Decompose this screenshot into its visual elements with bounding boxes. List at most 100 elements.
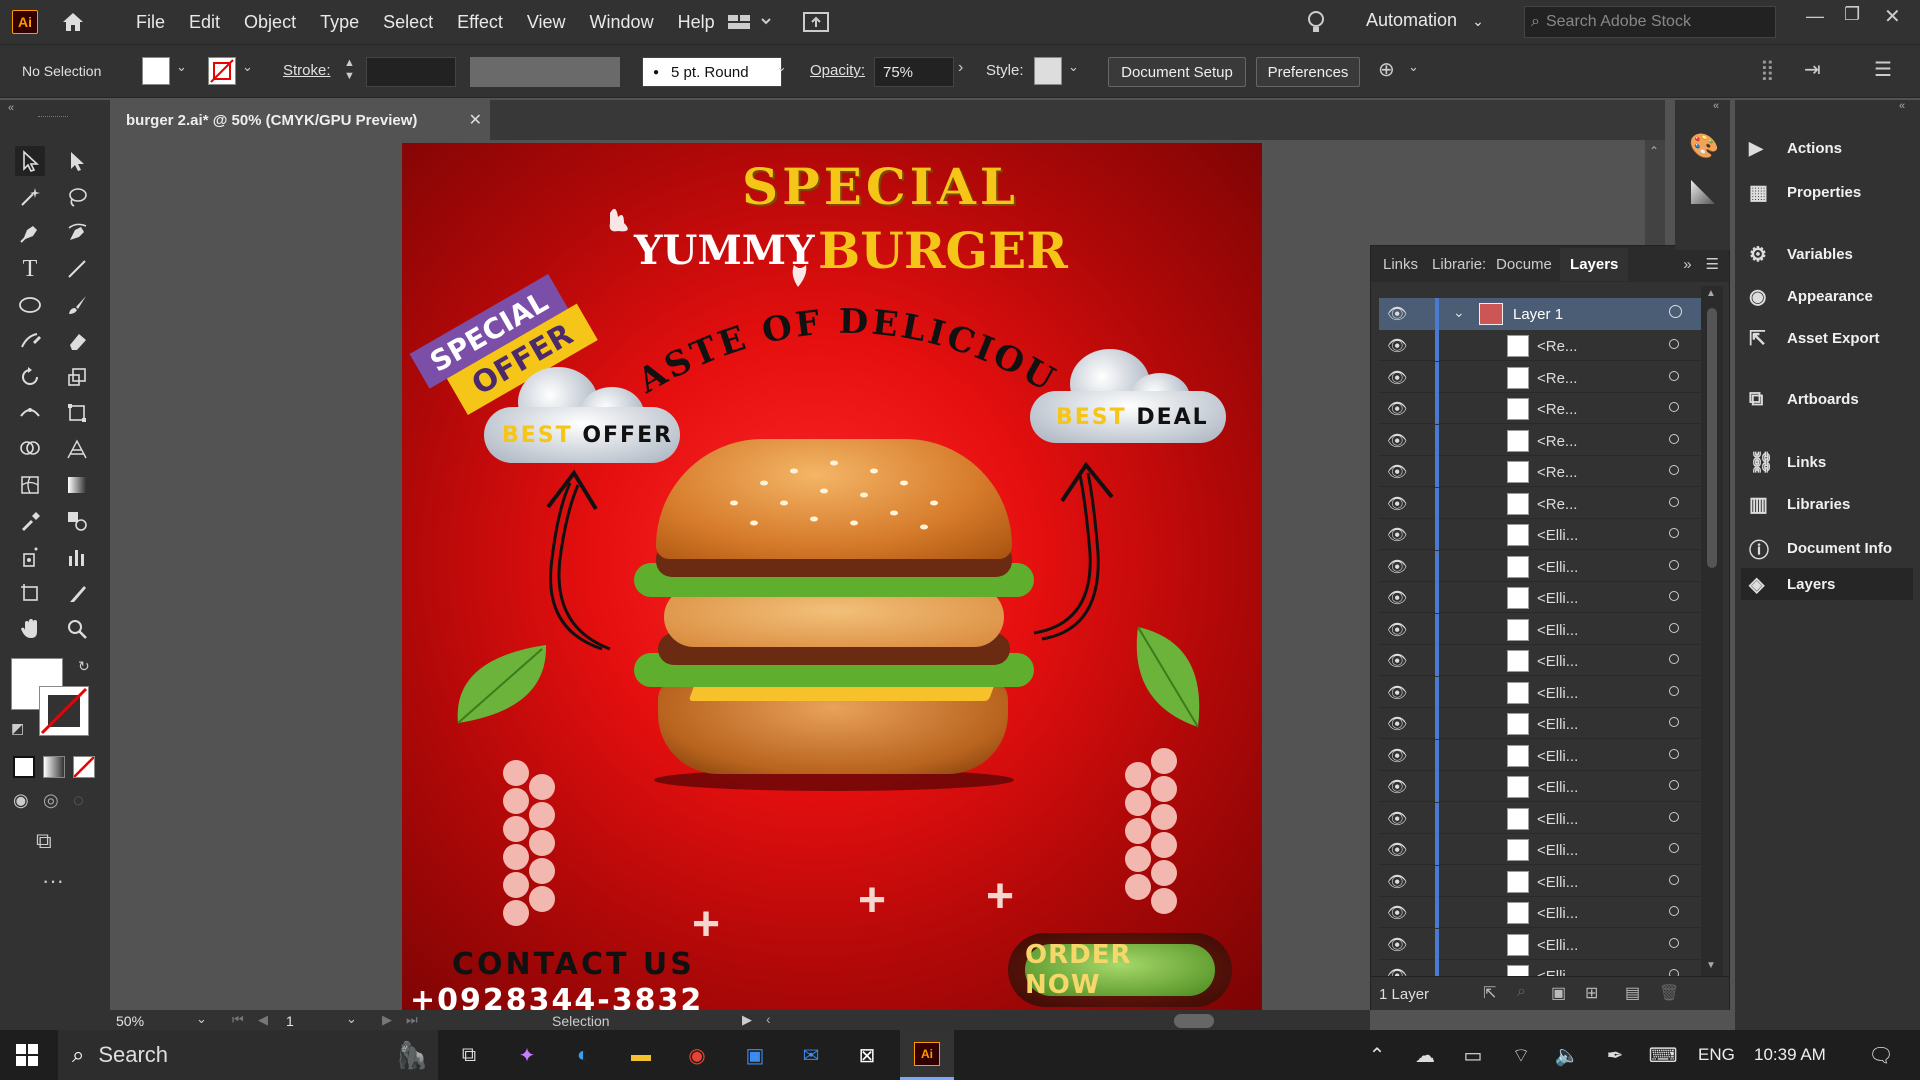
artboard-number[interactable]: 1 xyxy=(286,1013,294,1029)
blend-tool-icon[interactable] xyxy=(62,506,92,536)
share-icon[interactable] xyxy=(802,10,830,34)
target-icon[interactable] xyxy=(1669,305,1682,318)
eye-icon[interactable]: 👁 xyxy=(1387,714,1407,734)
panel-document-info[interactable]: ⓘ Document Info xyxy=(1749,534,1892,563)
stroke-stepper[interactable]: ▲ ▼ xyxy=(344,57,355,83)
target-icon[interactable] xyxy=(1669,937,1679,948)
color-palette-icon[interactable]: 🎨 xyxy=(1689,132,1719,161)
target-icon[interactable] xyxy=(1669,654,1679,664)
item-name[interactable]: <Elli... xyxy=(1537,685,1578,702)
clipping-mask-icon[interactable]: ▣ xyxy=(1551,983,1566,1003)
illustrator-taskbar-icon[interactable]: Ai xyxy=(900,1030,954,1080)
show-hidden-icons[interactable]: ⌃ xyxy=(1362,1040,1392,1070)
target-icon[interactable] xyxy=(1669,559,1679,570)
workspace-switcher[interactable]: Automation ⌄ xyxy=(1366,10,1484,31)
layer-item-row[interactable]: 👁 <Elli... xyxy=(1379,582,1709,613)
layer-item-row[interactable]: 👁 <Elli... xyxy=(1379,771,1709,802)
layer-item-row[interactable]: 👁 <Elli... xyxy=(1379,708,1709,739)
eye-icon[interactable]: 👁 xyxy=(1387,777,1407,797)
item-name[interactable]: <Elli... xyxy=(1537,905,1578,922)
layers-menu-icon[interactable]: ☰ xyxy=(1706,255,1719,273)
eye-icon[interactable]: 👁 xyxy=(1387,588,1407,608)
layer-item-row[interactable]: 👁 <Elli... xyxy=(1379,676,1709,708)
gradient-mode-icon[interactable] xyxy=(43,756,65,778)
magic-wand-tool-icon[interactable] xyxy=(15,182,45,212)
panel-layers[interactable]: ◈ Layers xyxy=(1741,568,1913,600)
perspective-grid-tool-icon[interactable] xyxy=(62,434,92,464)
item-name[interactable]: <Elli... xyxy=(1537,590,1578,607)
gradient-tool-icon[interactable] xyxy=(62,470,92,500)
minimize-icon[interactable]: — xyxy=(1806,6,1824,27)
mesh-tool-icon[interactable] xyxy=(15,470,45,500)
layer-item-row[interactable]: 👁 <Elli... xyxy=(1379,739,1709,771)
graphic-style-swatch[interactable] xyxy=(1034,57,1062,85)
menu-effect[interactable]: Effect xyxy=(445,0,515,44)
capcut-icon[interactable]: ⊠ xyxy=(852,1040,882,1070)
zoom-dropdown-icon[interactable]: ⌄ xyxy=(196,1011,207,1027)
eye-icon[interactable]: 👁 xyxy=(1387,809,1407,829)
item-name[interactable]: <Elli... xyxy=(1537,653,1578,670)
arrange-panels-icon[interactable]: ⣿ xyxy=(1760,57,1775,82)
eye-icon[interactable]: 👁 xyxy=(1387,651,1407,671)
layer-item-row[interactable]: 👁 <Elli... xyxy=(1379,550,1709,582)
layers-scrollbar-thumb[interactable] xyxy=(1707,308,1717,568)
color-guide-icon[interactable] xyxy=(1691,180,1715,204)
eyedropper-tool-icon[interactable] xyxy=(15,506,45,536)
none-mode-icon[interactable] xyxy=(73,756,95,778)
item-name[interactable]: <Elli... xyxy=(1537,874,1578,891)
store-icon[interactable]: ▣ xyxy=(740,1040,770,1070)
eye-icon[interactable]: 👁 xyxy=(1387,336,1407,356)
scale-tool-icon[interactable] xyxy=(62,362,92,392)
artboard-tool-icon[interactable] xyxy=(15,578,45,608)
expand-panel-icon[interactable]: » xyxy=(1683,256,1691,273)
target-icon[interactable] xyxy=(1669,780,1679,790)
menu-window[interactable]: Window xyxy=(578,0,666,44)
eye-icon[interactable]: 👁 xyxy=(1387,935,1407,955)
target-icon[interactable] xyxy=(1669,622,1679,633)
status-menu-icon[interactable]: ▶ xyxy=(742,1012,752,1028)
selection-tool-icon[interactable] xyxy=(15,146,45,176)
stroke-weight-field[interactable] xyxy=(366,57,456,87)
menu-help[interactable]: Help xyxy=(666,0,727,44)
eye-icon[interactable]: 👁 xyxy=(1387,368,1407,388)
panel-appearance[interactable]: ◉ Appearance xyxy=(1749,284,1873,309)
eye-icon[interactable]: 👁 xyxy=(1387,462,1407,482)
panel-links[interactable]: ⛓ Links xyxy=(1749,450,1826,475)
new-sublayer-icon[interactable]: ⊞ xyxy=(1585,983,1598,1003)
scroll-down-icon[interactable]: ▼ xyxy=(1706,960,1716,971)
transform-icon[interactable]: ⇥ xyxy=(1804,57,1821,82)
draw-inside-icon[interactable]: ◌ xyxy=(73,790,84,811)
expand-strip-icon[interactable]: « xyxy=(1713,100,1719,112)
scroll-up-icon[interactable]: ⌃ xyxy=(1649,144,1659,158)
layer-item-row[interactable]: 👁 <Re... xyxy=(1379,424,1709,456)
notification-icon[interactable]: 🗨 xyxy=(1866,1040,1896,1070)
layer-item-row[interactable]: 👁 <Elli... xyxy=(1379,834,1709,865)
target-icon[interactable] xyxy=(1669,528,1679,538)
zoom-level[interactable]: 50% xyxy=(116,1013,186,1029)
lightbulb-icon[interactable] xyxy=(1304,9,1328,35)
panel-variables[interactable]: ⚙ Variables xyxy=(1749,242,1853,267)
close-tab-icon[interactable]: ✕ xyxy=(469,110,482,130)
menu-select[interactable]: Select xyxy=(371,0,445,44)
menu-view[interactable]: View xyxy=(515,0,578,44)
item-name[interactable]: <Elli... xyxy=(1537,748,1578,765)
next-artboard-icon[interactable]: ▶ xyxy=(382,1012,392,1028)
collapse-dock-icon[interactable]: « xyxy=(1899,100,1905,112)
default-colors-icon[interactable]: ◩ xyxy=(11,720,24,737)
eye-icon[interactable]: 👁 xyxy=(1387,872,1407,892)
layer-1-row[interactable]: 👁 ⌄ Layer 1 xyxy=(1379,298,1709,330)
trash-icon[interactable]: 🗑 xyxy=(1659,983,1679,1003)
item-name[interactable]: <Elli... xyxy=(1537,559,1578,576)
target-icon[interactable] xyxy=(1669,685,1679,696)
tab-document-info[interactable]: Docume xyxy=(1496,256,1554,273)
horizontal-scrollbar-thumb[interactable] xyxy=(1174,1014,1214,1028)
stroke-color-swatch[interactable] xyxy=(39,686,89,736)
tab-links[interactable]: Links xyxy=(1383,256,1418,273)
document-tab[interactable]: burger 2.ai* @ 50% (CMYK/GPU Preview) ✕ xyxy=(110,100,490,140)
draw-behind-icon[interactable]: ◎ xyxy=(43,790,59,811)
variable-width-profile[interactable] xyxy=(470,57,620,87)
target-icon[interactable] xyxy=(1669,874,1679,885)
previous-artboard-icon[interactable]: ◀ xyxy=(258,1012,268,1028)
style-dropdown-icon[interactable]: ⌄ xyxy=(1068,59,1079,75)
eye-icon[interactable]: 👁 xyxy=(1387,431,1407,451)
